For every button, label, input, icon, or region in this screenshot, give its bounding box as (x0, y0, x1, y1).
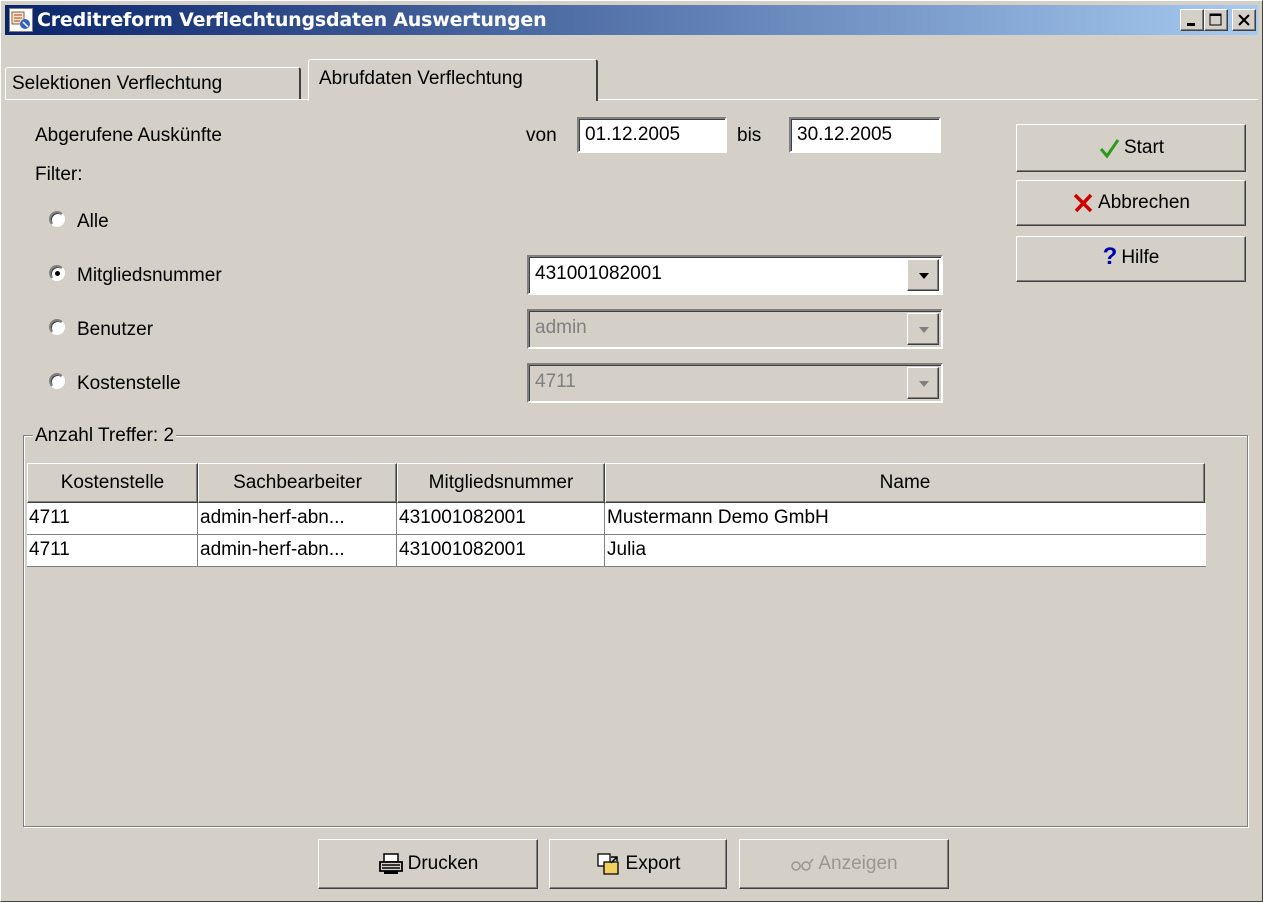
radio-kostenstelle[interactable] (49, 373, 65, 389)
drucken-button[interactable]: Drucken (318, 839, 538, 889)
cell-sachbearbeiter: admin-herf-abn... (198, 535, 397, 566)
cancel-x-icon (1073, 193, 1093, 213)
anzeigen-button-label: Anzeigen (818, 853, 898, 874)
abbrechen-button[interactable]: Abbrechen (1016, 180, 1246, 226)
kostenstelle-combo: 4711 (527, 363, 943, 403)
radio-mitgliedsnummer[interactable] (49, 265, 65, 281)
radio-kostenstelle-label[interactable]: Kostenstelle (77, 373, 181, 395)
maximize-button[interactable] (1204, 9, 1228, 31)
bis-label: bis (737, 125, 762, 146)
benutzer-dropdown-button (907, 313, 939, 345)
column-header-mitgliedsnummer[interactable]: Mitgliedsnummer (397, 463, 605, 503)
radio-alle[interactable] (49, 211, 65, 227)
cell-mitgliedsnummer: 431001082001 (397, 535, 605, 566)
drucken-button-label: Drucken (407, 853, 479, 874)
radio-benutzer[interactable] (49, 319, 65, 335)
start-button-label: Start (1123, 137, 1165, 158)
chevron-down-icon (919, 381, 929, 387)
cell-name: Julia (607, 539, 647, 560)
mitgliedsnummer-combo[interactable]: 431001082001 (527, 255, 943, 295)
von-label: von (526, 125, 557, 146)
column-header-sachbearbeiter[interactable]: Sachbearbeiter (198, 463, 397, 503)
tab-abrufdaten-verflechtung[interactable]: Abrufdaten Verflechtung (308, 59, 598, 101)
tab-selektionen-verflechtung[interactable]: Selektionen Verflechtung (5, 67, 301, 99)
abbrechen-button-label: Abbrechen (1098, 192, 1190, 213)
minimize-icon (1187, 23, 1195, 26)
column-header-kostenstelle[interactable]: Kostenstelle (27, 463, 198, 503)
von-date-field[interactable]: 01.12.2005 (577, 117, 727, 153)
anzeigen-button: Anzeigen (739, 839, 949, 889)
column-header-name[interactable]: Name (605, 463, 1205, 503)
kostenstelle-value: 4711 (535, 371, 576, 392)
cell-kostenstelle: 4711 (27, 535, 198, 566)
chevron-down-icon (919, 327, 929, 333)
cell-name: Mustermann Demo GmbH (607, 507, 829, 528)
benutzer-value: admin (535, 317, 587, 338)
benutzer-combo: admin (527, 309, 943, 349)
abgerufene-auskuenfte-label: Abgerufene Auskünfte (35, 125, 222, 146)
table-row[interactable]: 4711 admin-herf-abn... 431001082001 Juli… (27, 535, 1206, 567)
radio-alle-label[interactable]: Alle (77, 211, 109, 233)
table-row[interactable]: 4711 admin-herf-abn... 431001082001 Must… (27, 503, 1206, 535)
checkmark-icon (1099, 139, 1120, 159)
close-icon (1238, 14, 1250, 26)
cell-mitgliedsnummer: 431001082001 (397, 503, 605, 534)
mitgliedsnummer-value: 431001082001 (535, 263, 662, 284)
export-button[interactable]: Export (549, 839, 727, 889)
results-count: Anzahl Treffer: 2 (33, 425, 177, 447)
app-icon (9, 8, 33, 32)
filter-label: Filter: (35, 164, 83, 185)
cell-sachbearbeiter: admin-herf-abn... (198, 503, 397, 534)
printer-icon (378, 853, 403, 874)
cell-kostenstelle: 4711 (27, 503, 198, 534)
title-bar[interactable]: Creditreform Verflechtungsdaten Auswertu… (5, 5, 1258, 35)
hilfe-button-label: Hilfe (1121, 247, 1160, 268)
minimize-button[interactable] (1180, 9, 1204, 31)
hilfe-button[interactable]: ? Hilfe (1016, 236, 1246, 282)
kostenstelle-dropdown-button (907, 367, 939, 399)
help-icon: ? (1102, 243, 1118, 270)
tab-divider (5, 99, 1258, 100)
radio-benutzer-label[interactable]: Benutzer (77, 319, 153, 341)
close-window-button[interactable] (1232, 9, 1256, 31)
start-button[interactable]: Start (1016, 124, 1246, 172)
bis-date-field[interactable]: 30.12.2005 (789, 117, 941, 153)
maximize-icon (1209, 13, 1222, 26)
mitgliedsnummer-dropdown-button[interactable] (907, 259, 939, 291)
chevron-down-icon (919, 273, 929, 279)
radio-selected-dot (55, 271, 60, 276)
window-title: Creditreform Verflechtungsdaten Auswertu… (37, 9, 547, 31)
export-button-label: Export (625, 853, 681, 874)
radio-mitgliedsnummer-label[interactable]: Mitgliedsnummer (77, 265, 222, 287)
glasses-icon (791, 858, 814, 871)
app-window: Creditreform Verflechtungsdaten Auswertu… (0, 0, 1263, 902)
export-icon (596, 853, 619, 875)
